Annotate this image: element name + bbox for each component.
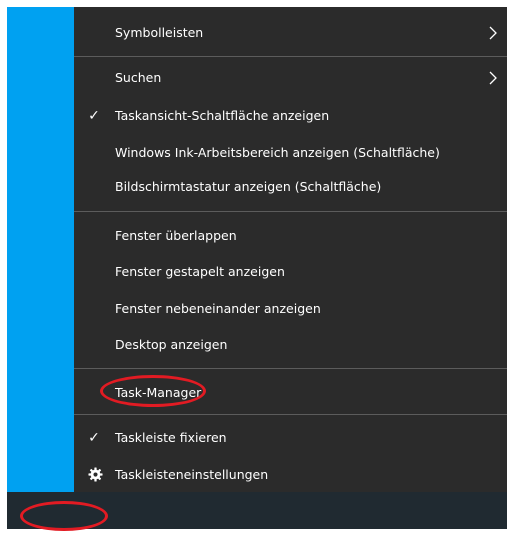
menu-item-label: Taskleisteneinstellungen (115, 467, 269, 482)
menu-item-show-windows-ink-button[interactable]: Windows Ink-Arbeitsbereich anzeigen (Sch… (74, 136, 507, 170)
menu-item-label: Desktop anzeigen (115, 337, 228, 352)
menu-item-label: Windows Ink-Arbeitsbereich anzeigen (Sch… (115, 145, 440, 160)
menu-item-label: Suchen (115, 70, 162, 85)
menu-item-label: Symbolleisten (115, 25, 204, 40)
checkmark-icon: ✓ (88, 108, 100, 124)
menu-item-taskbar-settings[interactable]: Taskleisteneinstellungen (74, 458, 507, 492)
menu-separator (74, 211, 507, 212)
taskbar-context-menu: Symbolleisten Suchen ✓ Taskansicht-Schal… (74, 7, 507, 492)
menu-item-label: Taskansicht-Schaltfläche anzeigen (115, 108, 330, 123)
menu-separator (74, 56, 507, 57)
menu-item-toolbars[interactable]: Symbolleisten (74, 16, 507, 50)
menu-item-side-by-side-windows[interactable]: Fenster nebeneinander anzeigen (74, 292, 507, 326)
menu-item-search[interactable]: Suchen (74, 61, 507, 95)
highlight-circle-task-manager (100, 375, 206, 407)
menu-separator (74, 414, 507, 415)
highlight-circle-taskbar (20, 501, 108, 531)
menu-item-cascade-windows[interactable]: Fenster überlappen (74, 219, 507, 253)
gear-icon (88, 467, 103, 482)
chevron-right-icon (489, 26, 497, 40)
menu-item-label: Taskleiste fixieren (115, 430, 227, 445)
menu-item-show-touch-keyboard-button[interactable]: Bildschirmtastatur anzeigen (Schaltfläch… (74, 170, 507, 204)
checkmark-icon: ✓ (88, 430, 100, 446)
menu-item-lock-taskbar[interactable]: ✓ Taskleiste fixieren (74, 421, 507, 455)
menu-item-label: Fenster gestapelt anzeigen (115, 264, 285, 279)
screenshot-frame: Symbolleisten Suchen ✓ Taskansicht-Schal… (0, 0, 510, 533)
menu-separator (74, 368, 507, 369)
menu-item-label: Fenster überlappen (115, 228, 237, 243)
menu-item-stack-windows[interactable]: Fenster gestapelt anzeigen (74, 255, 507, 289)
menu-item-label: Bildschirmtastatur anzeigen (Schaltfläch… (115, 179, 382, 194)
menu-item-show-task-view-button[interactable]: ✓ Taskansicht-Schaltfläche anzeigen (74, 99, 507, 133)
menu-item-label: Fenster nebeneinander anzeigen (115, 301, 321, 316)
menu-item-show-desktop[interactable]: Desktop anzeigen (74, 328, 507, 362)
chevron-right-icon (489, 71, 497, 85)
